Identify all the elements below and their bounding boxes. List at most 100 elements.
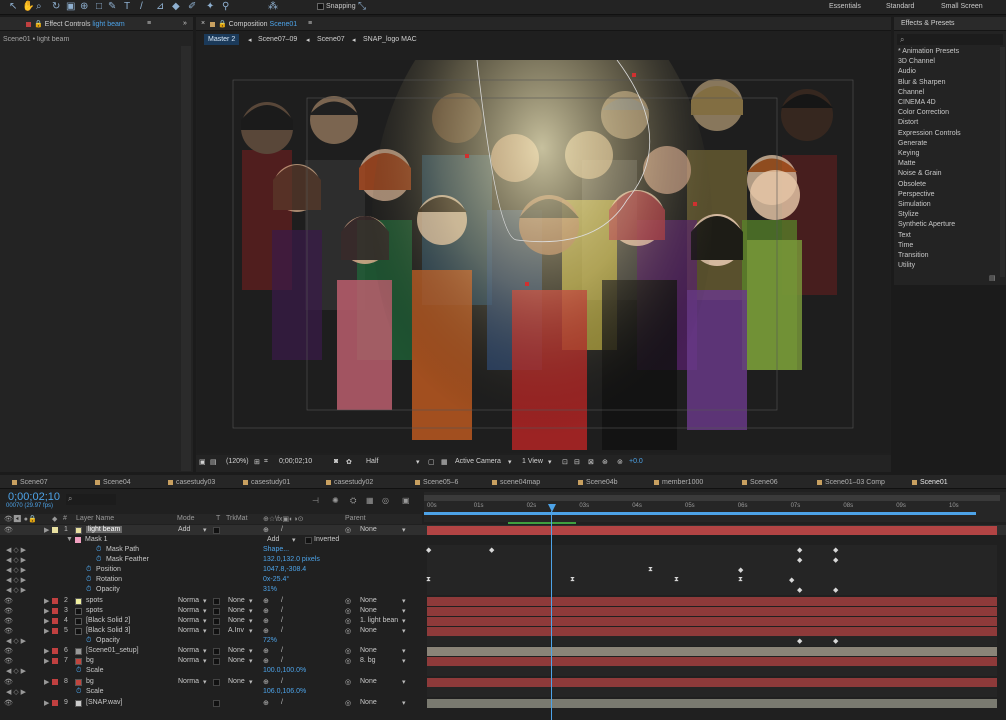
layer-name[interactable]: [Scene01_setup] — [86, 647, 139, 654]
visibility-eye-icon[interactable]: 👁 — [4, 627, 13, 635]
timeline-tab[interactable]: Scene05–6 — [415, 479, 458, 486]
pick-whip-icon[interactable]: ◎ — [345, 627, 351, 635]
layer-name[interactable]: spots — [86, 597, 103, 604]
graph-editor-icon[interactable]: ▣ — [402, 496, 410, 505]
parent-header[interactable]: Parent — [345, 515, 366, 522]
effect-category-item[interactable]: Transition — [898, 252, 928, 259]
layer-name[interactable]: spots — [86, 607, 103, 614]
shy-switch-icon[interactable]: ⊕ — [263, 627, 269, 635]
keyframe-marker[interactable]: ◆ — [833, 556, 838, 564]
toggle-pixel-icon[interactable]: ⊡ — [562, 458, 568, 466]
keyframe-nav-icon[interactable]: ◀ ◇ ▶ — [6, 667, 26, 675]
new-bin-icon[interactable]: ▤ — [989, 274, 996, 282]
keyframe-nav-icon[interactable]: ◀ ◇ ▶ — [6, 688, 26, 696]
keyframe-marker[interactable]: ⧗ — [648, 566, 653, 574]
keyframe-marker[interactable]: ◆ — [797, 556, 802, 564]
property-value[interactable]: 132.0,132.0 pixels — [263, 556, 320, 563]
composition-tab-label[interactable]: Composition — [229, 21, 268, 28]
keyframe-marker[interactable]: ◆ — [426, 546, 431, 554]
label-color-swatch[interactable] — [52, 648, 58, 654]
motion-blur-icon[interactable]: ◎ — [382, 496, 389, 505]
keyframe-marker[interactable]: ⧗ — [674, 576, 679, 584]
parent-dropdown[interactable]: None — [360, 678, 377, 685]
expand-triangle-icon[interactable]: ▶ — [44, 657, 49, 665]
label-color-swatch[interactable] — [52, 679, 58, 685]
visibility-eye-icon[interactable]: 👁 — [4, 657, 13, 665]
effect-category-item[interactable]: Distort — [898, 119, 918, 126]
work-area-range[interactable] — [424, 512, 976, 515]
hand-tool-icon[interactable]: ✋ — [22, 1, 34, 13]
flow-item-snap-logo[interactable]: SNAP_logo MAC — [363, 36, 417, 43]
mask-inverted-checkbox[interactable] — [305, 537, 312, 544]
label-color-swatch[interactable] — [52, 608, 58, 614]
parent-dropdown[interactable]: None — [360, 597, 377, 604]
transparency-grid-icon[interactable]: ▦ — [441, 458, 448, 466]
keyframe-marker[interactable]: ◆ — [489, 546, 494, 554]
keyframe-marker[interactable]: ◆ — [797, 546, 802, 554]
preserve-transparency-checkbox[interactable] — [213, 628, 220, 635]
keyframe-nav-icon[interactable]: ◀ ◇ ▶ — [6, 546, 26, 554]
layer-duration-bar[interactable] — [427, 597, 997, 606]
label-color-swatch[interactable] — [52, 527, 58, 533]
effect-category-item[interactable]: Simulation — [898, 201, 931, 208]
effect-controls-tab-label[interactable]: Effect Controls — [45, 21, 91, 28]
show-channel-icon[interactable]: ✿ — [346, 458, 352, 466]
magnification-dropdown[interactable]: (120%) — [226, 458, 249, 465]
reset-exposure-icon[interactable]: ⊚ — [617, 458, 623, 466]
mask-name[interactable]: Mask 1 — [85, 536, 108, 543]
current-time[interactable]: 0;00;02;10 — [279, 458, 312, 465]
layer-duration-bar[interactable] — [427, 526, 997, 535]
preserve-transparency-checkbox[interactable] — [213, 598, 220, 605]
track-matte-dropdown[interactable]: None — [228, 647, 245, 654]
keyframe-marker[interactable]: ⧗ — [426, 576, 431, 584]
chevron-down-icon[interactable]: ▾ — [203, 607, 207, 615]
layer-mode-dropdown[interactable]: Norma — [178, 678, 199, 685]
lock-icon[interactable]: 🔒 — [34, 21, 43, 28]
layer-name-header[interactable]: Layer Name — [76, 515, 114, 522]
timeline-tab[interactable]: Scene04b — [578, 479, 618, 486]
track-matte-dropdown[interactable]: None — [228, 597, 245, 604]
effect-category-item[interactable]: Channel — [898, 89, 924, 96]
shy-icon[interactable]: ⛭ — [350, 496, 356, 506]
camera-tool-icon[interactable]: ▣ — [66, 1, 75, 13]
effect-category-item[interactable]: 3D Channel — [898, 58, 935, 65]
property-value[interactable]: 31% — [263, 586, 277, 593]
effects-scrollbar[interactable] — [1000, 47, 1005, 277]
property-value[interactable]: 1047.8,-308.4 — [263, 566, 306, 573]
expand-triangle-icon[interactable]: ▶ — [44, 678, 49, 686]
effect-category-item[interactable]: Blur & Sharpen — [898, 79, 945, 86]
layer-duration-bar[interactable] — [427, 699, 997, 708]
flow-item-master-2[interactable]: Master 2 — [204, 34, 240, 45]
parent-dropdown[interactable]: None — [360, 699, 377, 706]
mask-mode-dropdown[interactable]: Add — [267, 536, 279, 543]
chevron-down-icon[interactable]: ▾ — [402, 597, 406, 605]
clone-tool-icon[interactable]: ⊿ — [156, 1, 164, 13]
camera-dropdown[interactable]: Active Camera — [455, 458, 501, 465]
keyframe-marker[interactable]: ⧗ — [738, 576, 743, 584]
mask-row[interactable]: ▼ Mask 1 Add ▾ Inverted — [0, 535, 1006, 545]
pick-whip-icon[interactable]: ◎ — [345, 607, 351, 615]
roto-brush-icon[interactable]: ✐ — [188, 1, 196, 13]
snap-icon[interactable]: ⤡ — [358, 1, 366, 13]
workspace-small-screen[interactable]: Small Screen — [941, 3, 983, 10]
chevron-down-icon[interactable]: ▾ — [548, 458, 552, 466]
layer-name[interactable]: bg — [86, 657, 94, 664]
view-layout-dropdown[interactable]: 1 View — [522, 458, 543, 465]
layer-mode-dropdown[interactable]: Add — [178, 526, 190, 533]
preserve-transparency-checkbox[interactable] — [213, 658, 220, 665]
shape-tool-icon[interactable]: □ — [96, 1, 102, 13]
layer-name[interactable]: light beam — [86, 526, 123, 533]
parent-dropdown[interactable]: 8. bg — [360, 657, 376, 664]
effect-category-item[interactable]: Time — [898, 242, 913, 249]
track-matte-dropdown[interactable]: None — [228, 617, 245, 624]
label-color-swatch[interactable] — [52, 700, 58, 706]
keyframe-marker[interactable]: ◆ — [789, 576, 794, 584]
shy-switch-icon[interactable]: ⊕ — [263, 678, 269, 686]
mask-vertex[interactable] — [465, 154, 469, 158]
selection-tool-icon[interactable]: ↖ — [9, 1, 17, 13]
expand-triangle-icon[interactable]: ▶ — [44, 617, 49, 625]
label-color-swatch[interactable] — [52, 618, 58, 624]
timeline-icon[interactable]: ⊠ — [588, 458, 594, 466]
chevron-down-icon[interactable]: ▾ — [249, 678, 253, 686]
stopwatch-icon[interactable]: ⏱ — [86, 637, 91, 645]
